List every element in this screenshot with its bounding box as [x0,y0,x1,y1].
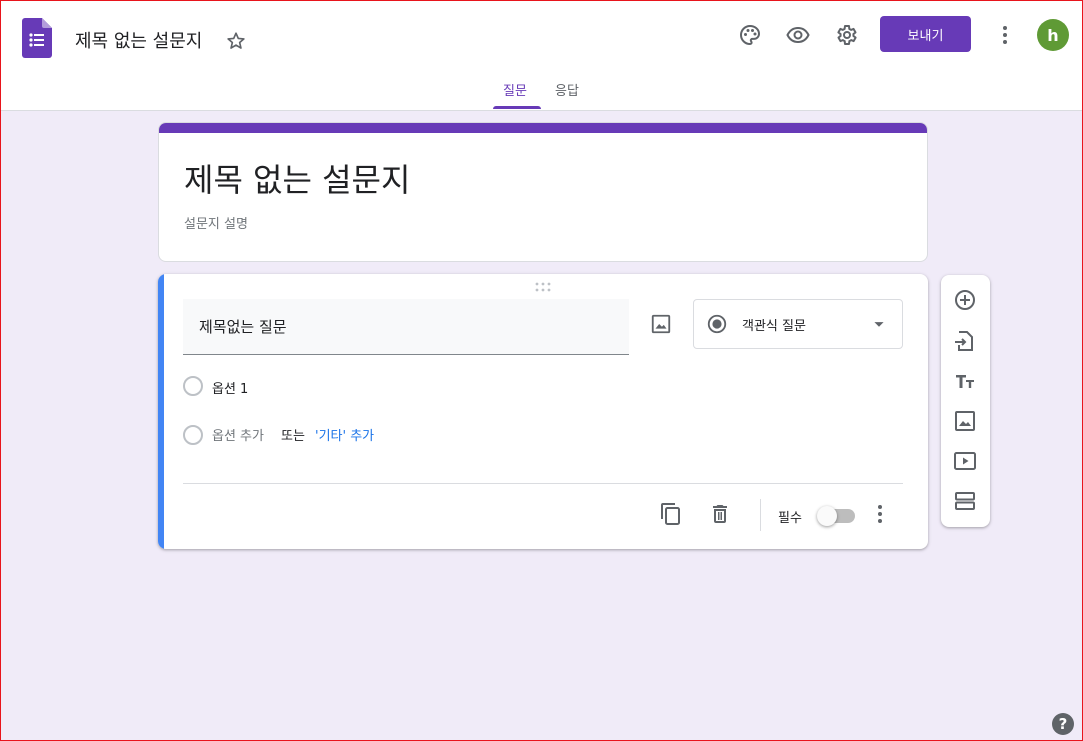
document-title[interactable]: 제목 없는 설문지 [75,27,202,53]
add-image-icon[interactable] [953,409,977,433]
add-section-icon[interactable] [953,489,977,513]
add-other-link[interactable]: '기타' 추가 [315,425,374,444]
star-icon[interactable] [225,30,247,52]
side-toolbar [941,275,990,527]
add-video-icon[interactable] [953,449,977,473]
add-option-input[interactable]: 옵션 추가 [212,425,264,444]
avatar[interactable]: h [1037,19,1069,51]
toggle-knob [817,506,837,526]
send-button[interactable]: 보내기 [880,16,971,52]
more-vert-icon[interactable] [993,23,1017,47]
palette-icon[interactable] [738,23,762,47]
question-more-vert-icon[interactable] [868,502,892,526]
form-description-field[interactable]: 설문지 설명 [184,213,248,232]
active-tab-indicator [493,106,541,109]
radio-button-icon [707,314,727,334]
question-type-dropdown[interactable]: 객관식 질문 [693,299,903,349]
add-image-icon[interactable] [650,313,672,335]
footer-vertical-divider [760,499,761,531]
delete-trash-icon[interactable] [708,502,732,526]
add-title-icon[interactable] [953,369,977,393]
footer-divider [183,483,903,484]
form-title[interactable]: 제목 없는 설문지 [184,155,410,201]
tab-responses[interactable]: 응답 [555,80,579,99]
app-header: 제목 없는 설문지 보내기 h 질문 응답 [0,0,1083,111]
drag-handle-icon[interactable] [534,282,552,292]
or-text: 또는 [281,429,305,444]
duplicate-icon[interactable] [659,502,683,526]
help-icon[interactable]: ? [1052,713,1074,735]
question-card[interactable]: 제목없는 질문 객관식 질문 옵션 1 옵션 추가 또는 '기타' 추가 필수 [158,274,928,549]
add-option-radio [183,425,203,445]
active-question-indicator [158,274,164,549]
tab-questions[interactable]: 질문 [503,80,527,99]
option-radio [183,376,203,396]
dropdown-arrow-icon [874,322,884,327]
required-label: 필수 [778,511,802,526]
import-questions-icon[interactable] [953,329,977,353]
preview-eye-icon[interactable] [786,23,810,47]
title-card-accent-bar [159,123,927,133]
question-title-input[interactable]: 제목없는 질문 [183,299,629,355]
question-type-label: 객관식 질문 [742,319,806,334]
forms-logo-icon[interactable] [22,18,52,58]
option-label[interactable]: 옵션 1 [212,378,248,397]
form-title-card[interactable]: 제목 없는 설문지 설문지 설명 [158,122,928,262]
required-toggle[interactable] [817,505,857,526]
add-question-icon[interactable] [953,288,977,312]
settings-gear-icon[interactable] [834,23,858,47]
